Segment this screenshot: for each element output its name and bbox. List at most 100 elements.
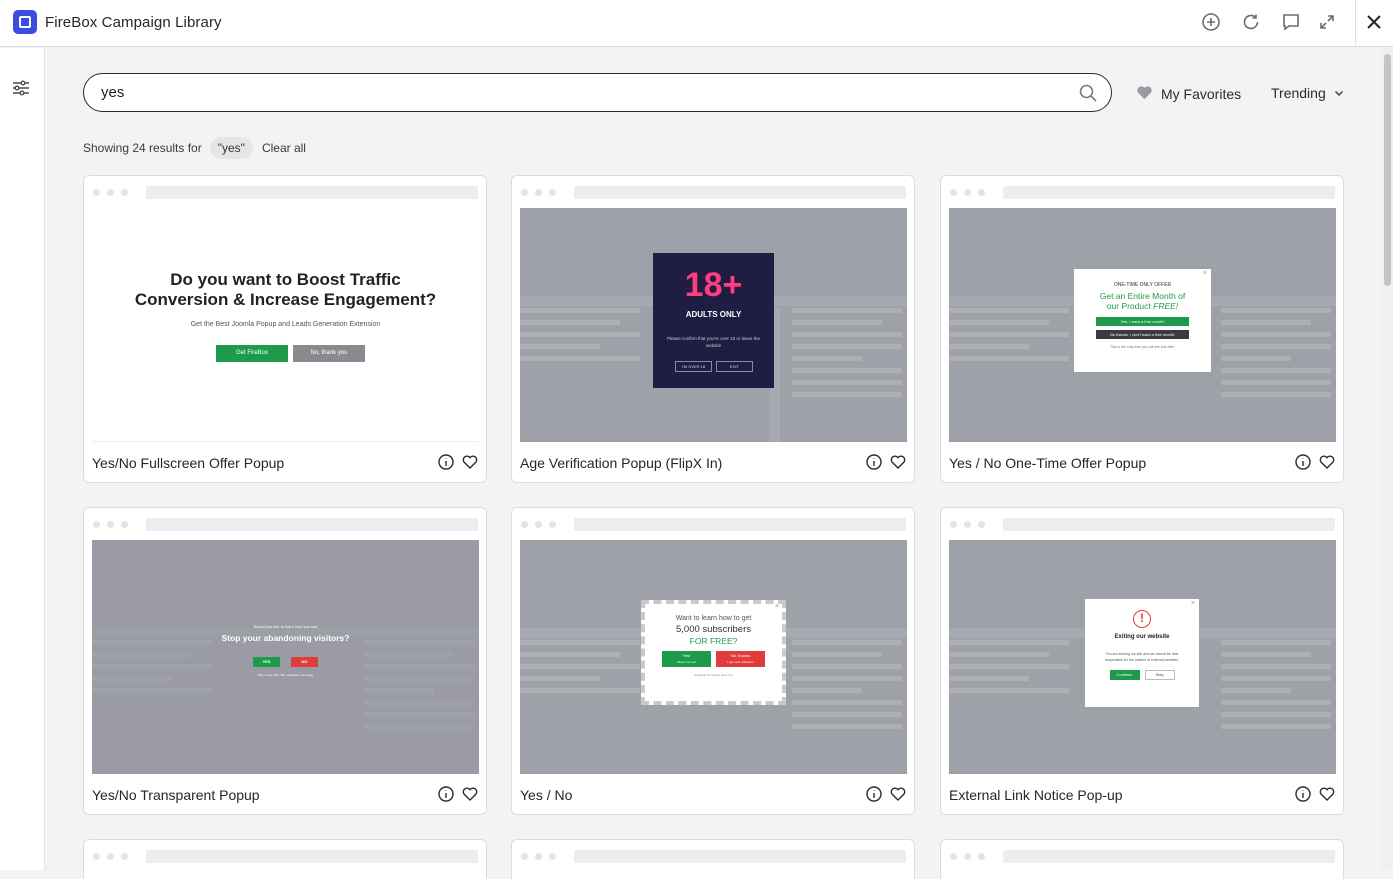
preview-note: This is the only time you will see this … — [1109, 345, 1176, 349]
title-bar: FireBox Campaign Library — [0, 0, 1393, 47]
preview-heading: 5,000 subscribers — [676, 624, 751, 635]
card-footer: Yes / No — [512, 774, 914, 814]
preview-popup: Would you like to learn how you can Stop… — [92, 624, 479, 677]
card-footer: Age Verification Popup (FlipX In) — [512, 442, 914, 482]
preview-heading: Exiting our website — [1114, 634, 1170, 640]
preview-no-button: EXIT — [716, 361, 753, 372]
card-title: Yes/No Transparent Popup — [92, 787, 260, 803]
titlebar-divider — [1355, 0, 1356, 47]
campaign-preview: × Want to learn how to get 5,000 subscri… — [520, 540, 907, 774]
preview-subtext: Get the Best Joomla Popup and Leads Gene… — [190, 321, 381, 328]
campaign-card[interactable]: × Want to learn how to get 5,000 subscri… — [511, 507, 915, 815]
preview-heading: Stop your abandoning visitors? — [221, 633, 350, 643]
preview-yes-button: Continue — [1109, 670, 1140, 680]
results-count: Showing 24 results for — [83, 141, 202, 155]
preview-yes-button: Yes, I want a free month! — [1096, 317, 1189, 326]
heart-icon — [1136, 85, 1153, 103]
preview-note: Take a free trial. Offer available until… — [257, 673, 314, 677]
close-icon[interactable] — [1363, 11, 1385, 33]
refresh-icon[interactable] — [1240, 11, 1262, 33]
preview-popup: 18+ ADULTS ONLY Please confirm that you'… — [653, 253, 774, 388]
warning-icon: ! — [1133, 610, 1151, 628]
preview-heading: Get an Entire Month of — [1099, 291, 1186, 301]
preview-kicker: ONE-TIME ONLY OFFER — [1113, 282, 1172, 288]
campaign-preview: Do you want to Boost Traffic Conversion … — [92, 208, 479, 442]
expand-icon[interactable] — [1316, 11, 1338, 33]
preview-kicker: Would you like to learn how you can — [253, 624, 318, 629]
browser-chrome — [84, 508, 486, 540]
preview-heading: Do you want to Boost Traffic — [170, 270, 401, 289]
sort-dropdown[interactable]: Trending — [1271, 85, 1344, 101]
add-circle-icon[interactable] — [1200, 11, 1222, 33]
app-title: FireBox Campaign Library — [45, 14, 222, 31]
preview-popup: × ! Exiting our website You are leaving … — [1085, 599, 1199, 707]
browser-chrome — [84, 840, 486, 872]
my-favorites-label: My Favorites — [1161, 86, 1242, 102]
card-title: Yes/No Fullscreen Offer Popup — [92, 455, 285, 471]
campaign-card[interactable] — [940, 839, 1344, 879]
campaign-card[interactable] — [511, 839, 915, 879]
search-icon[interactable] — [1078, 83, 1098, 103]
comment-icon[interactable] — [1280, 11, 1302, 33]
main-content: My Favorites Trending Showing 24 results… — [46, 48, 1380, 879]
card-footer: Yes/No Fullscreen Offer Popup — [84, 442, 486, 482]
card-title: Yes / No — [520, 787, 573, 803]
preview-yes-button: Get FireBox — [216, 345, 288, 362]
info-icon[interactable] — [866, 786, 883, 803]
heart-icon[interactable] — [1319, 454, 1336, 471]
preview-heading: Want to learn how to get — [675, 615, 752, 622]
card-footer: External Link Notice Pop-up — [941, 774, 1343, 814]
campaign-preview: 18+ ADULTS ONLY Please confirm that you'… — [520, 208, 907, 442]
app-logo-icon — [13, 10, 37, 34]
preview-no-button: No, thank you — [293, 345, 365, 362]
preview-no-button: No thanks, I don't want a free month. — [1096, 330, 1189, 339]
preview-popup: × ONE-TIME ONLY OFFER Get an Entire Mont… — [1074, 269, 1211, 372]
card-title: Age Verification Popup (FlipX In) — [520, 455, 723, 471]
clear-all-link[interactable]: Clear all — [262, 141, 306, 155]
preview-heading: our Product — [1106, 301, 1151, 311]
preview-note: Available for limited time only — [694, 673, 733, 677]
heart-icon[interactable] — [890, 454, 907, 471]
info-icon[interactable] — [866, 454, 883, 471]
preview-heading: FOR FREE? — [689, 636, 738, 646]
info-icon[interactable] — [438, 786, 455, 803]
preview-subtext: You are leaving our site and we cannot b… — [1104, 652, 1180, 662]
preview-heading: Conversion & Increase Engagement? — [134, 290, 437, 309]
browser-chrome — [512, 176, 914, 208]
heart-icon[interactable] — [462, 786, 479, 803]
filter-icon[interactable] — [11, 78, 33, 100]
browser-chrome — [84, 176, 486, 208]
heart-icon[interactable] — [1319, 786, 1336, 803]
card-title: External Link Notice Pop-up — [949, 787, 1123, 803]
preview-subtext: Please confirm that you're over 18 or le… — [667, 336, 760, 348]
browser-chrome — [941, 508, 1343, 540]
campaign-preview: Would you like to learn how you can Stop… — [92, 540, 479, 774]
campaign-card[interactable]: × ONE-TIME ONLY OFFER Get an Entire Mont… — [940, 175, 1344, 483]
preview-label: ADULTS ONLY — [685, 310, 742, 319]
query-chip[interactable]: "yes" — [209, 137, 253, 159]
info-icon[interactable] — [438, 454, 455, 471]
my-favorites-button[interactable]: My Favorites — [1136, 85, 1241, 103]
browser-chrome — [941, 176, 1343, 208]
campaign-preview: × ONE-TIME ONLY OFFER Get an Entire Mont… — [949, 208, 1336, 442]
preview-no-button: NO — [291, 657, 318, 667]
info-icon[interactable] — [1295, 786, 1312, 803]
campaign-card[interactable]: × ! Exiting our website You are leaving … — [940, 507, 1344, 815]
sidebar — [0, 48, 45, 870]
card-footer: Yes/No Transparent Popup — [84, 774, 486, 814]
campaign-card[interactable]: 18+ ADULTS ONLY Please confirm that you'… — [511, 175, 915, 483]
chevron-down-icon — [1334, 85, 1344, 101]
heart-icon[interactable] — [890, 786, 907, 803]
preview-highlight: FREE! — [1153, 301, 1179, 311]
search-input[interactable] — [101, 84, 1061, 101]
campaign-card[interactable] — [83, 839, 487, 879]
campaign-card[interactable]: Would you like to learn how you can Stop… — [83, 507, 487, 815]
scrollbar-thumb[interactable] — [1384, 54, 1391, 286]
campaign-card[interactable]: Do you want to Boost Traffic Conversion … — [83, 175, 487, 483]
browser-chrome — [512, 508, 914, 540]
info-icon[interactable] — [1295, 454, 1312, 471]
preview-yes-button: I'M OVER 18 — [675, 361, 712, 372]
heart-icon[interactable] — [462, 454, 479, 471]
browser-chrome — [941, 840, 1343, 872]
campaign-preview: × ! Exiting our website You are leaving … — [949, 540, 1336, 774]
